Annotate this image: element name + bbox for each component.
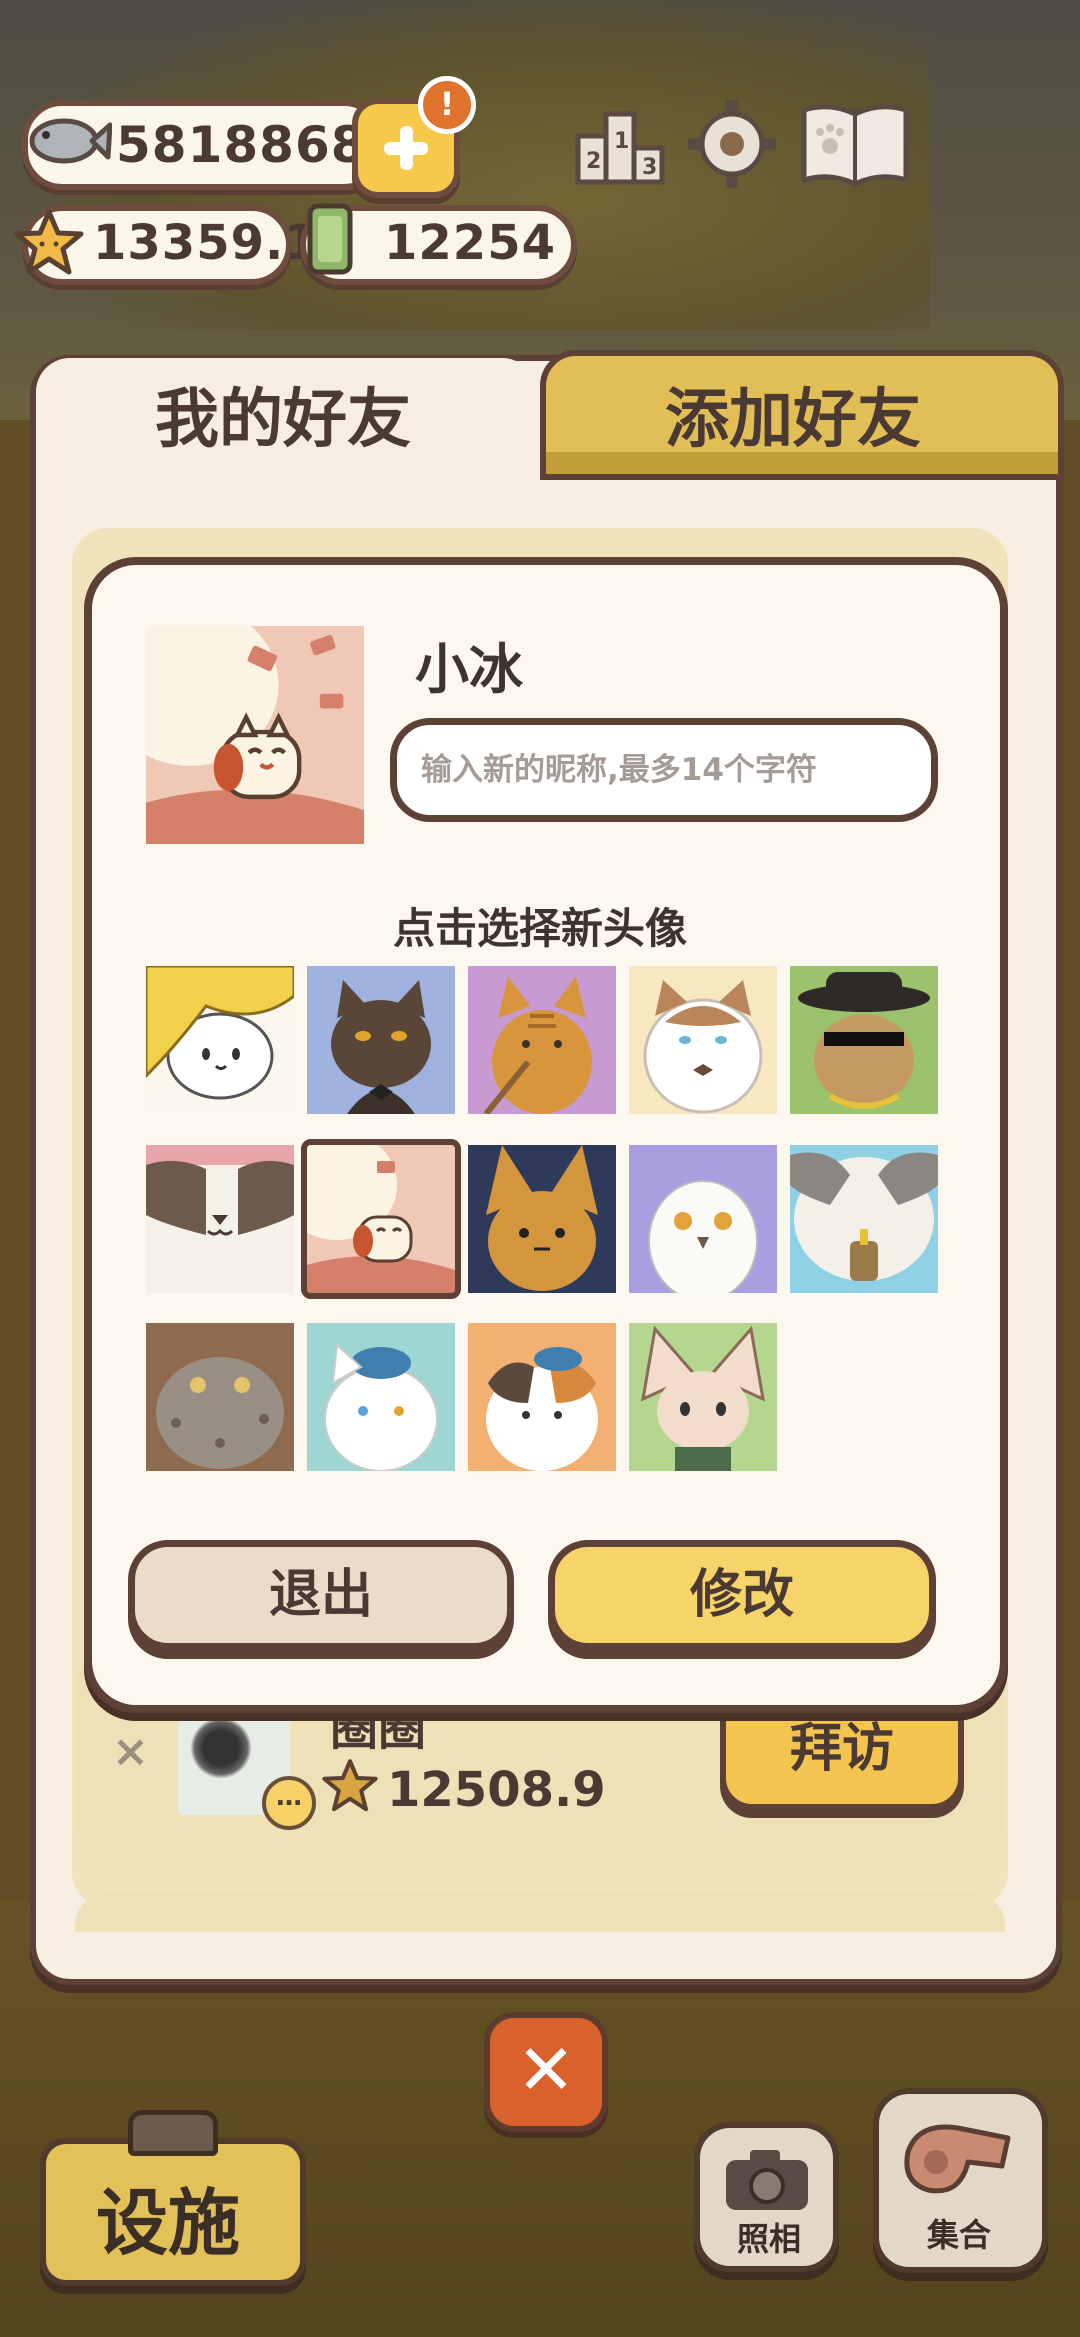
tab-my-friends-label: 我的好友 — [155, 383, 411, 457]
fennec-cat-icon — [629, 1323, 777, 1471]
ticket-count: 12254 — [384, 215, 556, 271]
avatar-option[interactable] — [146, 966, 294, 1114]
whistle-icon — [904, 2124, 1011, 2194]
friend-list-item — [75, 1892, 1005, 1932]
svg-text:3: 3 — [642, 155, 657, 180]
white-cat-closeup-icon — [146, 1145, 294, 1293]
chat-bubble-icon[interactable]: … — [262, 1776, 316, 1830]
svg-text:1: 1 — [614, 129, 629, 154]
orange-tabby-cat-icon — [468, 966, 616, 1114]
tab-add-friend-label: 添加好友 — [665, 383, 921, 457]
camera-icon — [726, 2150, 808, 2210]
lynx-cat-icon — [468, 1145, 616, 1293]
friend-avatar-drawing — [190, 1717, 252, 1779]
black-tuxedo-cat-icon — [307, 966, 455, 1114]
gather-label: 集合 — [927, 2216, 992, 2254]
nickname-input[interactable] — [390, 718, 938, 822]
avatar-option[interactable] — [629, 1145, 777, 1293]
avatar-option[interactable] — [146, 1145, 294, 1293]
grey-wild-cat-icon — [146, 1323, 294, 1471]
avatar-option[interactable] — [468, 966, 616, 1114]
avatar-option[interactable] — [790, 966, 938, 1114]
gear-icon[interactable] — [684, 96, 780, 192]
white-cap-cat-icon — [307, 1323, 455, 1471]
star-icon — [322, 1759, 378, 1812]
photo-label: 照相 — [737, 2220, 802, 2258]
fish-count: 5818868 — [116, 116, 367, 174]
modify-button[interactable]: 修改 — [548, 1540, 936, 1650]
fluffy-white-cat-icon — [629, 966, 777, 1114]
fish-icon — [29, 118, 112, 164]
sunglasses-hat-cat-icon — [790, 966, 938, 1114]
blonde-hair-cat-icon — [146, 966, 294, 1114]
avatar-option[interactable] — [468, 1145, 616, 1293]
close-button[interactable]: ✕ — [484, 2012, 608, 2132]
current-nickname: 小冰 — [415, 638, 523, 701]
avatar-option[interactable] — [146, 1323, 294, 1471]
grey-white-cat-icon — [790, 1145, 938, 1293]
pawprint-book-icon[interactable] — [796, 96, 914, 192]
star-icon — [14, 209, 84, 275]
avatar-option[interactable] — [790, 1145, 938, 1293]
clipboard-clip-icon — [128, 2110, 218, 2156]
avatar-option[interactable] — [629, 1323, 777, 1471]
current-avatar — [146, 626, 364, 844]
svg-text:2: 2 — [586, 149, 601, 174]
facility-label: 设施 — [96, 2181, 241, 2265]
avatar-option-selected[interactable] — [301, 1139, 461, 1299]
avatar-option[interactable] — [307, 966, 455, 1114]
leaderboard-icon[interactable]: 2 1 3 — [572, 96, 668, 192]
lucky-cat-icon — [307, 1145, 455, 1293]
avatar-option[interactable] — [468, 1323, 616, 1471]
avatar-option[interactable] — [307, 1323, 455, 1471]
alert-badge: ! — [418, 76, 476, 134]
avatar-option[interactable] — [629, 966, 777, 1114]
choose-avatar-title: 点击选择新头像 — [392, 904, 687, 953]
snowy-owl-icon — [629, 1145, 777, 1293]
remove-friend-button[interactable]: × — [112, 1726, 149, 1777]
calico-cap-cat-icon — [468, 1323, 616, 1471]
ticket-icon — [307, 203, 353, 275]
exit-button[interactable]: 退出 — [128, 1540, 514, 1650]
star-count: 13359.1 — [93, 215, 319, 271]
friend-star-count: 12508.9 — [387, 1762, 606, 1818]
